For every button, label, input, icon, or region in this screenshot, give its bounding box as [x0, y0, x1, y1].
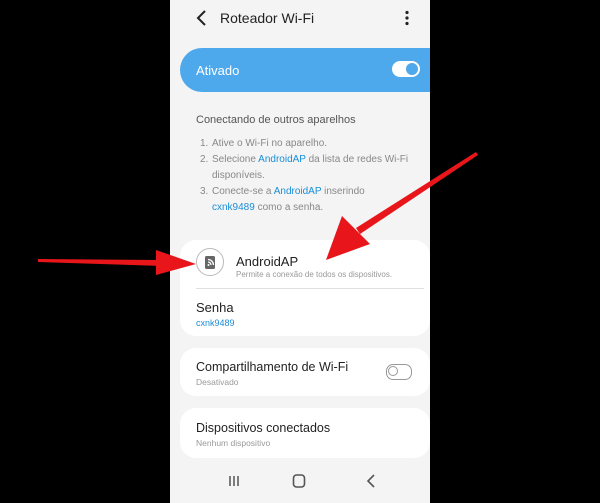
annotation-arrow-right — [326, 152, 478, 260]
network-name[interactable]: AndroidAP — [236, 254, 298, 269]
password-label[interactable]: Senha — [196, 300, 234, 315]
navigation-bar — [170, 460, 430, 503]
more-vert-icon[interactable] — [402, 10, 412, 26]
hotspot-icon — [196, 248, 224, 276]
toggle-knob — [406, 63, 418, 75]
wifi-sharing-state: Desativado — [196, 377, 239, 387]
wifi-sharing-toggle[interactable] — [386, 364, 412, 380]
master-toggle[interactable] — [392, 61, 420, 77]
step-number: 2. — [200, 154, 209, 165]
step-number: 3. — [200, 186, 209, 197]
app-bar: Roteador Wi-Fi — [170, 0, 430, 40]
divider — [196, 288, 424, 289]
password-value: cxnk9489 — [196, 318, 235, 328]
step-text: Ative o Wi-Fi no aparelho. — [212, 138, 328, 149]
master-switch-label: Ativado — [196, 63, 240, 78]
connected-devices-row[interactable]: Dispositivos conectados Nenhum dispositi… — [180, 408, 430, 458]
toggle-knob — [388, 366, 398, 376]
annotation-arrow-left — [38, 250, 196, 275]
home-icon[interactable] — [292, 473, 306, 489]
help-title: Conectando de outros aparelhos — [196, 114, 356, 126]
connected-devices-label: Dispositivos conectados — [196, 421, 331, 435]
wifi-sharing-row[interactable]: Compartilhamento de Wi-Fi Desativado — [180, 348, 430, 396]
password-highlight: cxnk9489 — [212, 202, 255, 213]
ssid-highlight: AndroidAP — [258, 154, 306, 165]
step-text: Selecione — [212, 154, 259, 165]
step-text: como a senha. — [254, 202, 324, 213]
network-description: Permite a conexão de todos os dispositiv… — [236, 270, 393, 279]
master-switch-row[interactable]: Ativado — [180, 48, 430, 92]
connected-devices-state: Nenhum dispositivo — [196, 438, 271, 448]
wifi-sharing-label: Compartilhamento de Wi-Fi — [196, 360, 349, 374]
ssid-highlight: AndroidAP — [273, 186, 322, 197]
nav-back-icon[interactable] — [366, 474, 376, 488]
recent-apps-icon[interactable] — [228, 474, 240, 488]
step-text: Conecte-se a — [212, 186, 274, 197]
page-title: Roteador Wi-Fi — [220, 10, 315, 26]
back-arrow-icon[interactable] — [194, 8, 210, 28]
step-number: 1. — [200, 138, 209, 149]
